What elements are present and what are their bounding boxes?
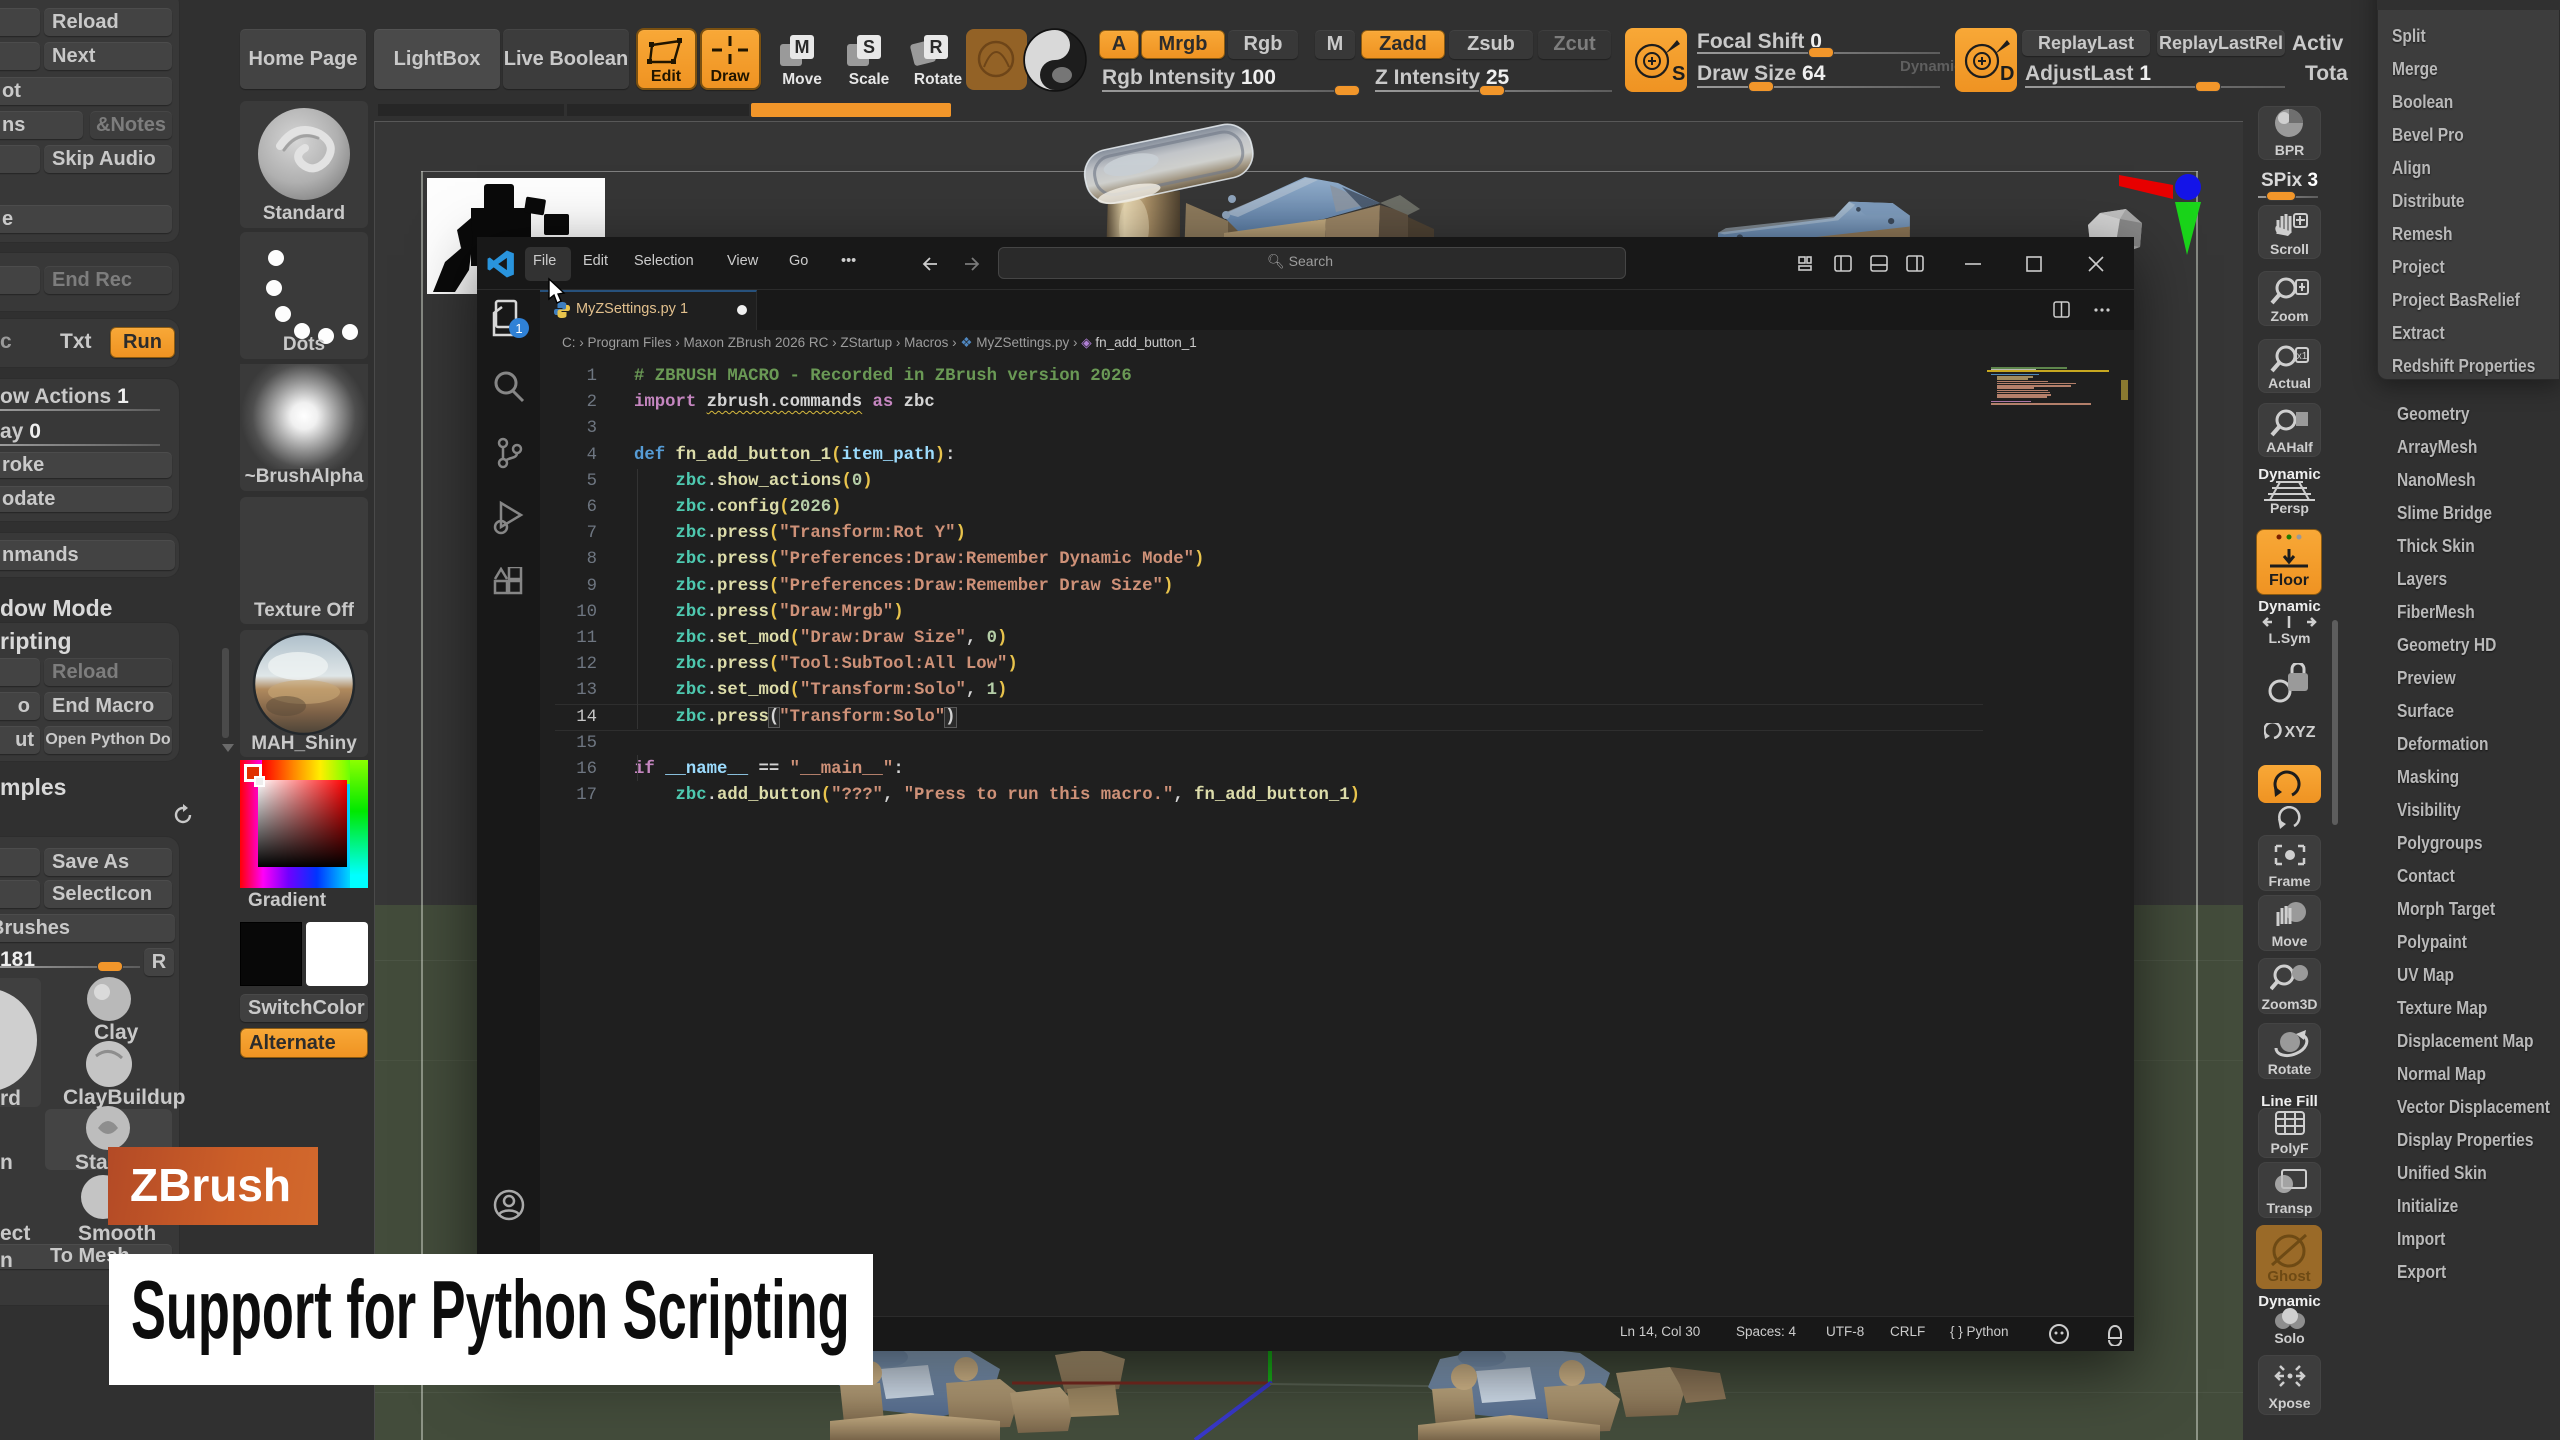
svg-text:Rotate: Rotate <box>914 71 963 88</box>
svg-text:D: D <box>2000 63 2014 85</box>
svg-text:x1: x1 <box>2297 351 2308 362</box>
svg-text:Floor: Floor <box>2269 572 2309 589</box>
svg-text:Move: Move <box>782 71 822 88</box>
svg-text:Scale: Scale <box>849 71 890 88</box>
svg-text:1: 1 <box>515 321 522 336</box>
svg-text:M: M <box>795 37 810 57</box>
svg-text:R: R <box>930 37 943 57</box>
svg-text:Ghost: Ghost <box>2267 1268 2310 1285</box>
svg-text:S: S <box>1672 63 1685 85</box>
svg-text:Draw: Draw <box>710 68 750 85</box>
svg-text:Edit: Edit <box>651 68 682 85</box>
svg-text:S: S <box>863 37 875 57</box>
